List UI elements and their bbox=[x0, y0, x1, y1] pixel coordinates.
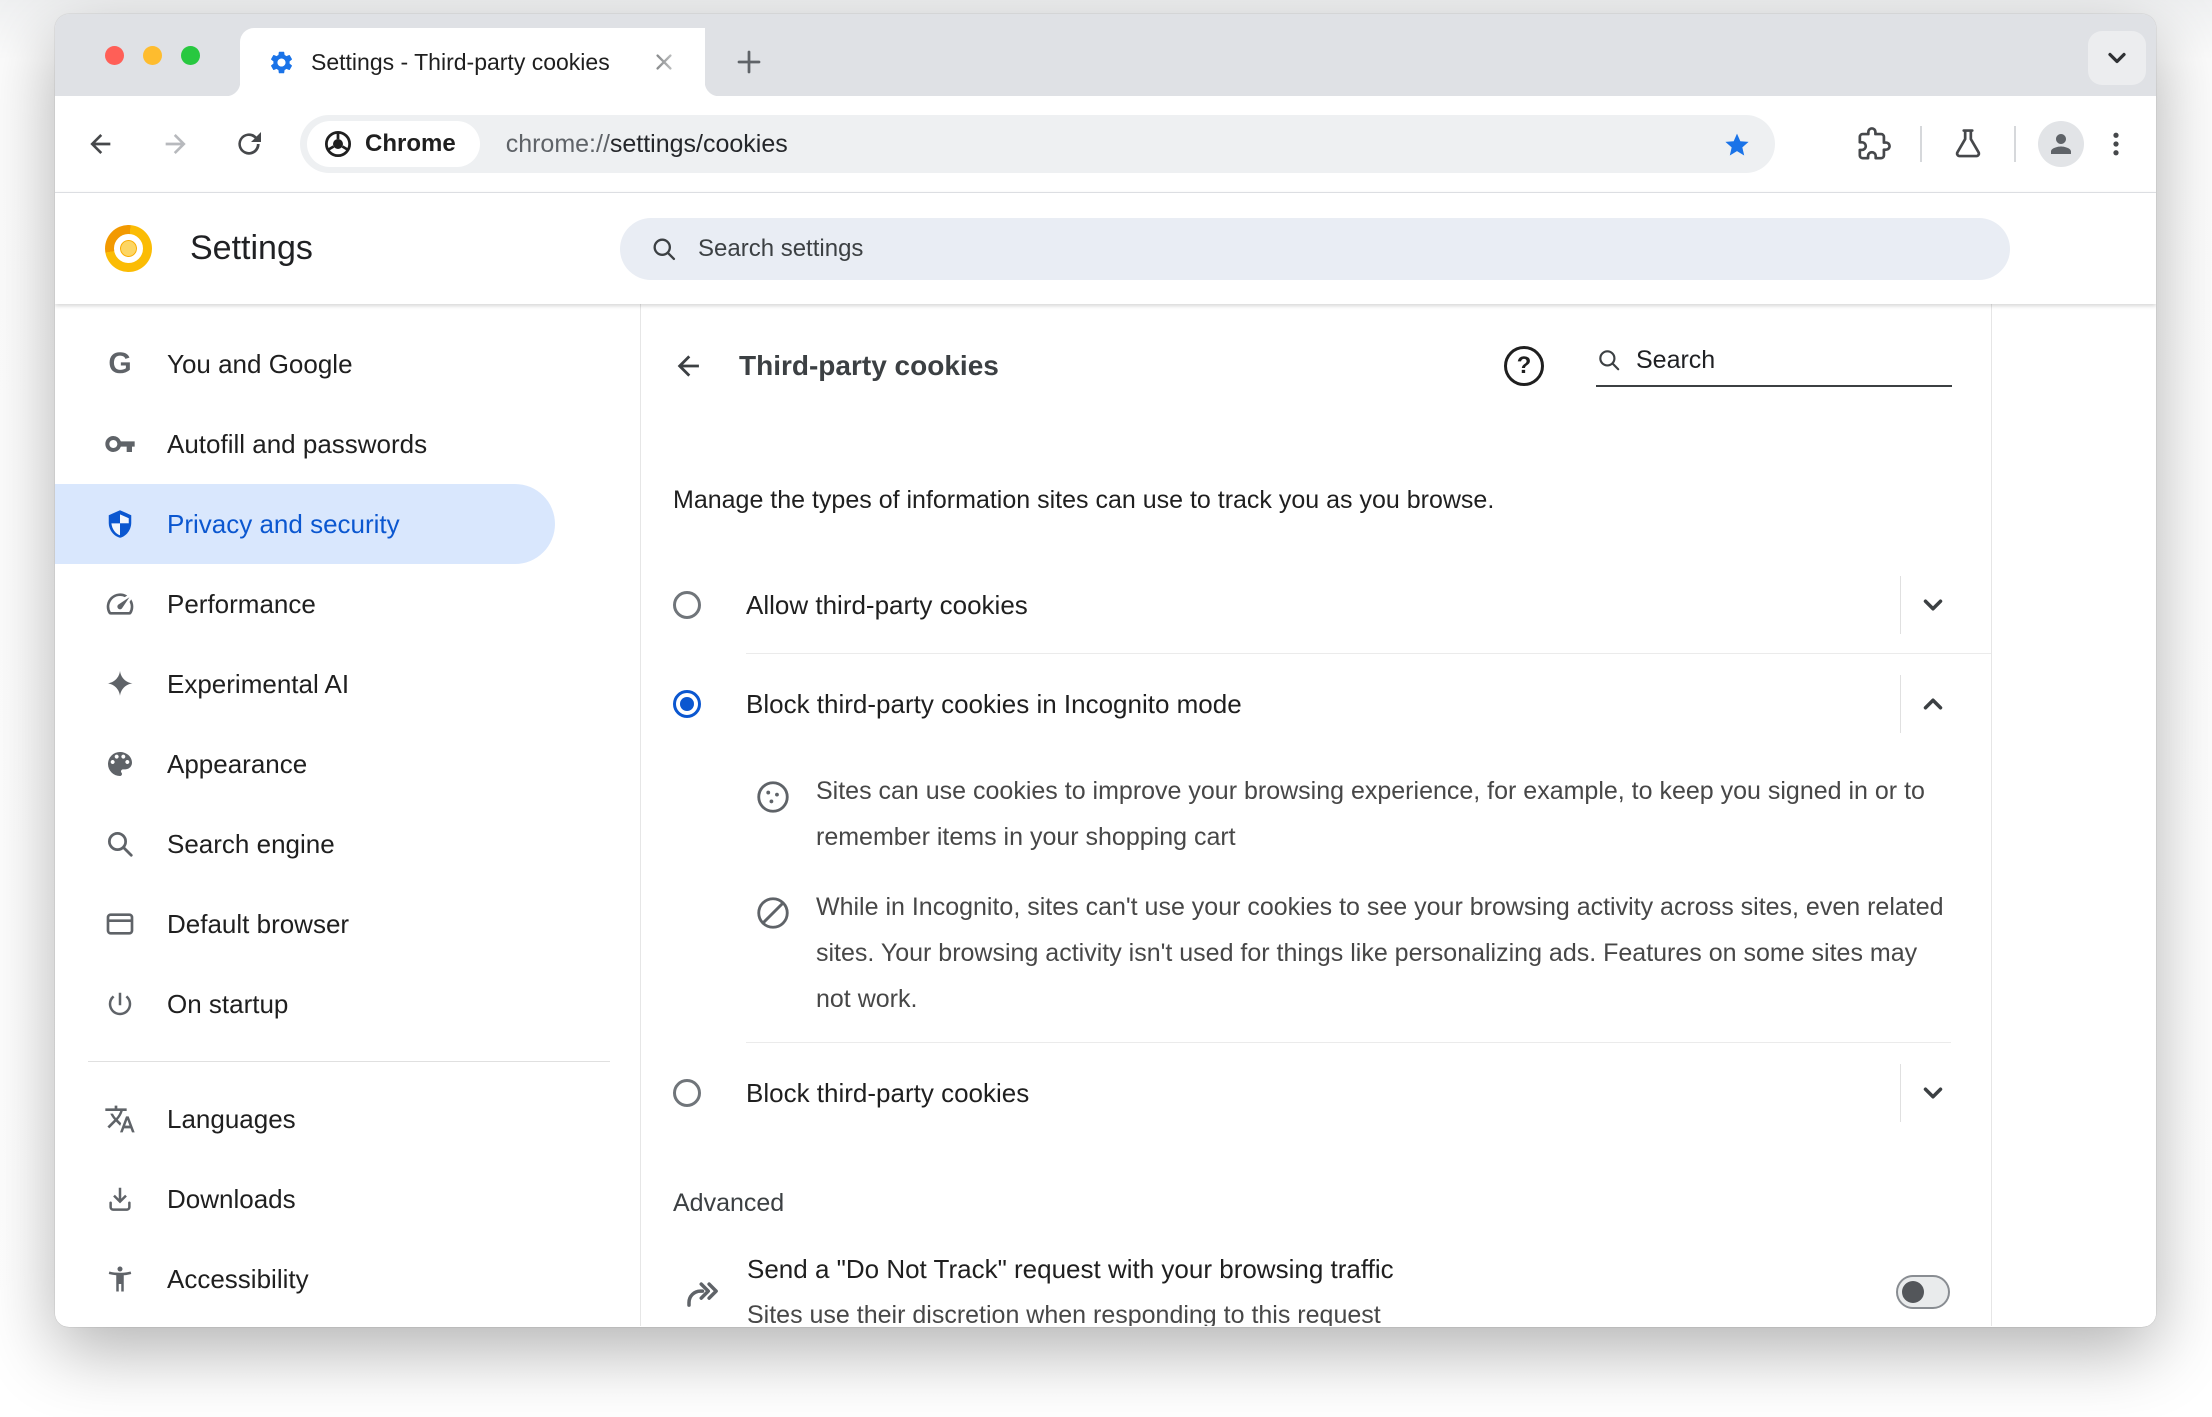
advanced-section-label: Advanced bbox=[673, 1189, 785, 1217]
site-chip[interactable]: Chrome bbox=[307, 121, 480, 167]
option-block-third-party-incognito[interactable]: Block third-party cookies in Incognito m… bbox=[641, 654, 1991, 754]
chrome-logo-icon bbox=[323, 129, 353, 159]
tab-settings[interactable]: Settings - Third-party cookies bbox=[226, 28, 719, 96]
new-tab-button[interactable] bbox=[723, 36, 775, 88]
page-search-input[interactable]: Search bbox=[1596, 346, 1952, 387]
sidebar-item-you-and-google[interactable]: G You and Google bbox=[55, 324, 640, 404]
forward-button[interactable] bbox=[151, 120, 199, 168]
settings-search-input[interactable]: Search settings bbox=[620, 217, 2010, 280]
palette-icon bbox=[103, 748, 137, 780]
accessibility-icon bbox=[103, 1264, 137, 1294]
speedometer-icon bbox=[103, 588, 137, 620]
settings-gear-favicon bbox=[268, 49, 295, 76]
browser-toolbar: Chrome chrome://settings/cookies bbox=[55, 96, 2156, 192]
tab-search-chevron-button[interactable] bbox=[2088, 31, 2146, 85]
radio-checked[interactable] bbox=[673, 690, 701, 718]
settings-content-pane: Third-party cookies ? Search Manage the … bbox=[640, 304, 1992, 1326]
settings-app-header: Settings Search settings bbox=[55, 192, 2156, 304]
key-icon bbox=[103, 428, 137, 460]
sidebar-item-languages[interactable]: Languages bbox=[55, 1079, 640, 1159]
shield-icon bbox=[103, 509, 137, 539]
site-chip-label: Chrome bbox=[365, 130, 456, 157]
settings-app-title: Settings bbox=[190, 229, 313, 267]
option-allow-third-party-cookies[interactable]: Allow third-party cookies bbox=[641, 557, 1991, 653]
sidebar-item-on-startup[interactable]: On startup bbox=[55, 964, 640, 1044]
sidebar-item-search-engine[interactable]: Search engine bbox=[55, 804, 640, 884]
address-bar[interactable]: Chrome chrome://settings/cookies bbox=[300, 115, 1775, 173]
sidebar-item-default-browser[interactable]: Default browser bbox=[55, 884, 640, 964]
chevron-down-icon[interactable] bbox=[1901, 1064, 1965, 1122]
menu-kebab-icon[interactable] bbox=[2092, 120, 2140, 168]
close-window-button[interactable] bbox=[105, 46, 124, 65]
search-icon bbox=[1596, 347, 1622, 373]
tab-title: Settings - Third-party cookies bbox=[311, 48, 610, 75]
url-path: settings/cookies bbox=[609, 129, 788, 158]
google-g-icon: G bbox=[108, 347, 132, 380]
sidebar-item-appearance[interactable]: Appearance bbox=[55, 724, 640, 804]
dnt-subtitle: Sites use their discretion when respondi… bbox=[747, 1301, 1381, 1326]
tab-strip: Settings - Third-party cookies bbox=[55, 14, 2156, 96]
do-not-track-arrow-icon bbox=[681, 1271, 725, 1313]
power-icon bbox=[103, 989, 137, 1019]
dnt-title: Send a "Do Not Track" request with your … bbox=[747, 1254, 1394, 1284]
do-not-track-row[interactable]: Send a "Do Not Track" request with your … bbox=[641, 1254, 1991, 1326]
sidebar-item-autofill[interactable]: Autofill and passwords bbox=[55, 404, 640, 484]
incognito-detail-cookies: Sites can use cookies to improve your br… bbox=[641, 768, 1991, 860]
page-search-placeholder: Search bbox=[1636, 345, 1716, 374]
profile-avatar[interactable] bbox=[2038, 121, 2084, 167]
magnifier-icon bbox=[103, 829, 137, 859]
page-intro-text: Manage the types of information sites ca… bbox=[673, 486, 1495, 514]
extensions-puzzle-icon[interactable] bbox=[1850, 120, 1898, 168]
dnt-toggle[interactable] bbox=[1896, 1275, 1950, 1309]
radio-unchecked[interactable] bbox=[673, 591, 701, 619]
traffic-lights bbox=[105, 46, 200, 65]
cookie-icon bbox=[753, 768, 793, 860]
chevron-up-icon[interactable] bbox=[1901, 675, 1965, 733]
url-scheme: chrome:// bbox=[505, 129, 610, 158]
settings-sidebar: G You and Google Autofill and passwords … bbox=[55, 304, 640, 1326]
page-title: Third-party cookies bbox=[739, 350, 999, 381]
sparkle-icon bbox=[103, 669, 137, 699]
url-text: chrome://settings/cookies bbox=[506, 130, 788, 159]
bookmark-star-icon[interactable] bbox=[1721, 128, 1753, 160]
help-icon[interactable]: ? bbox=[1504, 346, 1544, 386]
content-right-gutter bbox=[1992, 304, 2156, 1326]
sidebar-item-performance[interactable]: Performance bbox=[55, 564, 640, 644]
zoom-window-button[interactable] bbox=[181, 46, 200, 65]
radio-unchecked[interactable] bbox=[673, 1079, 701, 1107]
sidebar-item-experimental-ai[interactable]: Experimental AI bbox=[55, 644, 640, 724]
chrome-canary-logo-icon bbox=[105, 225, 152, 272]
back-button[interactable] bbox=[77, 120, 125, 168]
blocked-icon bbox=[753, 884, 793, 1022]
cookie-options-group: Allow third-party cookies Block third-pa… bbox=[641, 557, 1991, 1143]
sidebar-item-downloads[interactable]: Downloads bbox=[55, 1159, 640, 1239]
chevron-down-icon[interactable] bbox=[1901, 576, 1965, 634]
sidebar-divider bbox=[88, 1061, 610, 1062]
option-block-third-party-cookies[interactable]: Block third-party cookies bbox=[641, 1043, 1991, 1143]
download-icon bbox=[103, 1184, 137, 1214]
browser-window: Settings - Third-party cookies Chrome ch… bbox=[55, 14, 2156, 1327]
page-back-button[interactable] bbox=[665, 342, 713, 390]
minimize-window-button[interactable] bbox=[143, 46, 162, 65]
search-icon bbox=[650, 235, 678, 263]
translate-icon bbox=[103, 1103, 137, 1135]
experiments-flask-icon[interactable] bbox=[1944, 120, 1992, 168]
sidebar-item-privacy-and-security[interactable]: Privacy and security bbox=[55, 484, 555, 564]
sidebar-item-accessibility[interactable]: Accessibility bbox=[55, 1239, 640, 1319]
reload-button[interactable] bbox=[225, 120, 273, 168]
incognito-detail-blocked: While in Incognito, sites can't use your… bbox=[641, 884, 1991, 1022]
browser-window-icon bbox=[103, 908, 137, 940]
settings-search-placeholder: Search settings bbox=[698, 234, 864, 262]
